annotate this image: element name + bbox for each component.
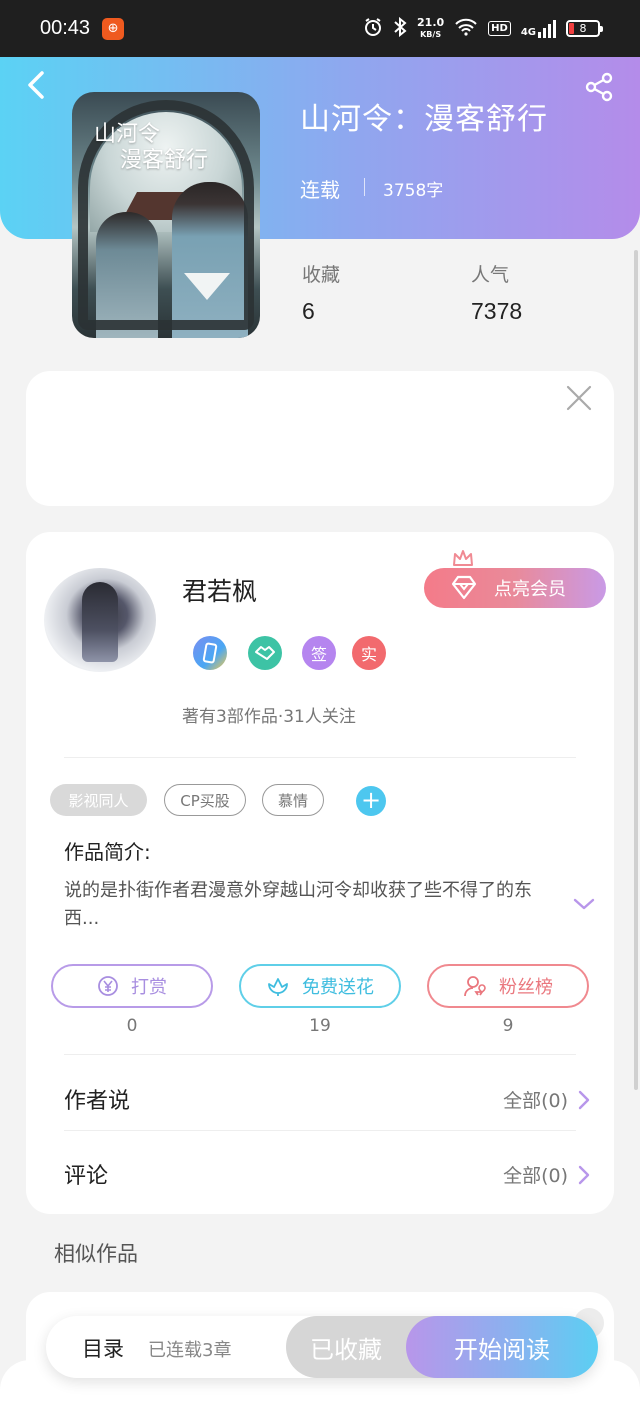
flower-count: 19 bbox=[309, 1016, 331, 1036]
activate-vip-button[interactable]: 点亮会员 bbox=[424, 568, 606, 608]
sign-badge[interactable]: 签 bbox=[302, 636, 336, 670]
author-card: 君若枫 点亮会员 签 实 著有3部作品·31人关注 影视同人 CP买股 慕情 +… bbox=[26, 532, 614, 1214]
status-bar: 00:43 ⊕ 21.0 KB/S HD 4G 8 bbox=[0, 0, 640, 57]
author-meta: 著有3部作品·31人关注 bbox=[182, 707, 356, 727]
diamond-icon bbox=[451, 575, 477, 600]
book-word-count: 3758字 bbox=[383, 181, 444, 201]
send-flower-button[interactable]: 免费送花 bbox=[239, 964, 401, 1008]
divider bbox=[64, 757, 576, 758]
wifi-icon bbox=[454, 18, 478, 40]
alarm-icon bbox=[363, 17, 383, 41]
comments-all-link[interactable]: 全部(0) bbox=[503, 1161, 590, 1188]
tag-film-fanfic[interactable]: 影视同人 bbox=[50, 784, 147, 816]
real-name-badge[interactable]: 实 bbox=[352, 636, 386, 670]
popularity-count: 7378 bbox=[471, 298, 523, 324]
book-status: 连载 bbox=[300, 178, 340, 202]
favorites-label: 收藏 bbox=[302, 264, 341, 286]
favorites-count: 6 bbox=[302, 298, 315, 324]
battery-level: 8 bbox=[579, 22, 587, 35]
scrollbar[interactable] bbox=[634, 250, 638, 1090]
app-notification-icon: ⊕ bbox=[102, 17, 125, 40]
similar-works-title: 相似作品 bbox=[54, 1242, 138, 1266]
vip-button-label: 点亮会员 bbox=[494, 579, 566, 600]
phone-badge[interactable] bbox=[193, 636, 227, 670]
ad-card[interactable] bbox=[26, 371, 614, 506]
network-type: 4G bbox=[520, 26, 536, 38]
comments-count: 全部(0) bbox=[503, 1165, 568, 1187]
add-tag-button[interactable]: + bbox=[356, 786, 386, 816]
chevron-right-icon bbox=[578, 1165, 590, 1184]
cover-title-line2: 漫客舒行 bbox=[120, 148, 209, 173]
author-notes-count: 全部(0) bbox=[503, 1090, 568, 1112]
intro-text: 说的是扑街作者君漫意外穿越山河令却收获了些不得了的东西... bbox=[64, 880, 532, 929]
reward-count: 0 bbox=[126, 1016, 138, 1036]
reward-label: 打赏 bbox=[131, 977, 167, 998]
bottom-action-bar: 目录 已连载3章 已收藏 开始阅读 bbox=[46, 1316, 598, 1378]
status-time: 00:43 bbox=[40, 17, 91, 39]
signal-icon: 4G bbox=[520, 19, 556, 38]
network-speed: 21.0 KB/S bbox=[417, 17, 444, 40]
comments-label[interactable]: 评论 bbox=[64, 1158, 108, 1190]
close-icon bbox=[566, 385, 592, 411]
cover-title: 山河令 漫客舒行 bbox=[94, 122, 208, 174]
author-notes-label[interactable]: 作者说 bbox=[64, 1083, 130, 1115]
bluetooth-icon bbox=[393, 16, 407, 41]
network-speed-value: 21.0 bbox=[417, 16, 445, 29]
yen-icon bbox=[98, 976, 118, 996]
ad-close-button[interactable] bbox=[566, 385, 592, 411]
divider bbox=[64, 1054, 576, 1055]
tag-muqing[interactable]: 慕情 bbox=[262, 784, 324, 816]
reward-button[interactable]: 打赏 bbox=[51, 964, 213, 1008]
start-reading-button[interactable]: 开始阅读 bbox=[406, 1316, 598, 1378]
table-of-contents-button[interactable]: 目录 bbox=[82, 1333, 124, 1363]
chevron-right-icon bbox=[578, 1090, 590, 1109]
chevron-down-icon[interactable] bbox=[572, 892, 596, 916]
fan-ranking-label: 粉丝榜 bbox=[499, 977, 553, 998]
back-arrow-icon bbox=[28, 71, 44, 99]
handshake-icon bbox=[255, 646, 275, 660]
handshake-badge[interactable] bbox=[248, 636, 282, 670]
book-title: 山河令：漫客舒行 bbox=[300, 102, 548, 137]
divider bbox=[64, 1130, 576, 1131]
battery-icon: 8 bbox=[566, 20, 603, 37]
back-button[interactable] bbox=[22, 70, 52, 100]
author-notes-all-link[interactable]: 全部(0) bbox=[503, 1086, 590, 1113]
start-reading-label: 开始阅读 bbox=[454, 1335, 550, 1364]
cover-title-line1: 山河令 bbox=[94, 122, 161, 147]
intro-label: 作品简介: bbox=[64, 840, 151, 864]
author-avatar[interactable] bbox=[44, 568, 156, 672]
author-name[interactable]: 君若枫 bbox=[182, 572, 257, 608]
collected-label: 已收藏 bbox=[310, 1335, 382, 1364]
fans-icon bbox=[464, 976, 486, 997]
hd-icon: HD bbox=[488, 21, 511, 36]
book-cover[interactable]: 山河令 漫客舒行 bbox=[72, 92, 260, 338]
phone-icon bbox=[202, 642, 218, 664]
tag-cp[interactable]: CP买股 bbox=[164, 784, 246, 816]
fan-ranking-button[interactable]: 粉丝榜 bbox=[427, 964, 589, 1008]
status-divider bbox=[364, 178, 365, 196]
fans-count: 9 bbox=[502, 1016, 514, 1036]
send-flower-label: 免费送花 bbox=[302, 977, 374, 998]
share-icon bbox=[585, 72, 613, 102]
share-button[interactable] bbox=[584, 72, 614, 102]
popularity-label: 人气 bbox=[471, 264, 510, 286]
network-speed-unit: KB/S bbox=[420, 30, 442, 39]
chapters-count[interactable]: 已连载3章 bbox=[148, 1336, 231, 1362]
flower-icon bbox=[268, 978, 288, 996]
status-icons: 21.0 KB/S HD 4G 8 bbox=[363, 16, 603, 41]
crown-icon bbox=[453, 550, 473, 566]
